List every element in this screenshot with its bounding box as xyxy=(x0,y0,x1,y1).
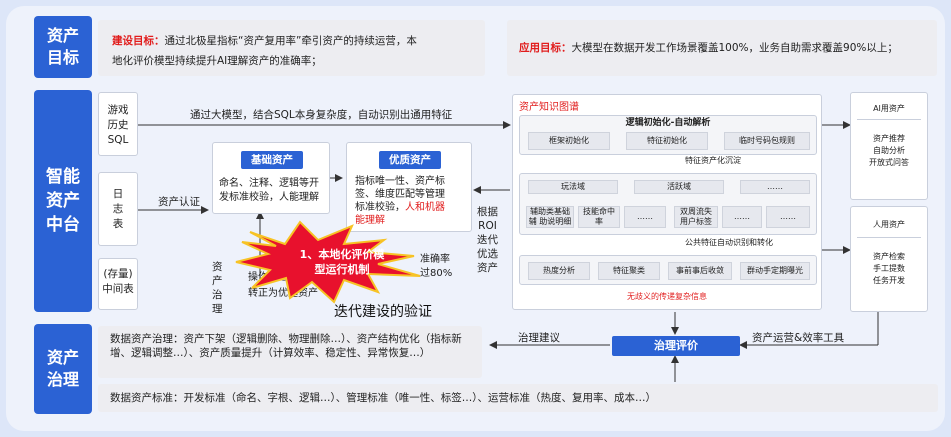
gov-detail-text: 数据资产治理：资产下架（逻辑删除、物理删除…）、资产结构优化（指标新增、逻辑调整… xyxy=(110,333,462,359)
ai-asset-text: 资产推荐 自助分析 开放式问答 xyxy=(869,134,909,167)
ai-asset-divider xyxy=(857,119,921,120)
gov-advice-label: 治理建议 xyxy=(518,332,560,344)
kg-analysis-box: 热度分析 特征聚类 事前事后收敛 群动手定期曝光 xyxy=(519,255,817,285)
kg-sub-chip-3: …… xyxy=(624,206,666,228)
source-middle-table: (存量) 中间表 xyxy=(98,258,138,310)
verify-text: 迭代建设的验证 xyxy=(334,304,432,320)
kg-converge: 事前事后收敛 xyxy=(668,262,732,280)
kg-group-exposure: 群动手定期曝光 xyxy=(740,262,810,280)
kg-sub-chip-1: 辅助类基础辅 助说明细 xyxy=(526,206,574,228)
human-asset-box: 人用资产 资产检索 手工提数 任务开发 xyxy=(850,206,928,312)
knowledge-graph-panel: 资产知识图谱 逻辑初始化-自动解析 框架初始化 特征初始化 临时号码包规则 特征… xyxy=(512,94,822,310)
human-asset-divider xyxy=(857,237,921,238)
ai-asset-title: AI用资产 xyxy=(873,104,905,113)
kg-sub-chip-4: 双周流失 用户标签 xyxy=(674,206,718,228)
basic-asset-text: 命名、注释、逻辑等开 发标准校验，人能理解 xyxy=(219,178,319,203)
kg-heat-analysis: 热度分析 xyxy=(528,262,590,280)
hidden-text-3: 操作未通过 xyxy=(248,272,298,283)
kg-sub-chip-5: …… xyxy=(722,206,762,228)
kg-domain-more: …… xyxy=(740,180,810,194)
kg-chip-temp-rule: 临时号码包规则 xyxy=(724,132,810,150)
kg-logic-title: 逻辑初始化-自动解析 xyxy=(625,118,711,128)
source-game-sql: 游戏 历史 SQL xyxy=(98,92,138,156)
human-asset-text: 资产检索 手工提数 任务开发 xyxy=(873,252,905,285)
kg-chip-frame-init: 框架初始化 xyxy=(528,132,610,150)
basic-asset-title: 基础资产 xyxy=(241,151,303,169)
hidden-text-2: 过80% xyxy=(420,268,453,279)
kg-logic-box: 逻辑初始化-自动解析 框架初始化 特征初始化 临时号码包规则 xyxy=(519,115,817,155)
asset-cert-label: 资产认证 xyxy=(158,196,200,208)
burst-text: 1、本地化评价模 型运行机制 xyxy=(299,248,385,276)
quality-asset-box: 优质资产 指标唯一性、资产标 签、维度匹配等管理 标准校验，人和机器 能理解 xyxy=(346,142,472,232)
asset-gov-label: 资 产 治 理 xyxy=(212,261,223,315)
gov-eval-button[interactable]: 治理评价 xyxy=(612,336,740,356)
kg-domain-play: 玩法域 xyxy=(528,180,618,194)
top-arrow-label: 通过大模型，结合SQL本身复杂度，自动识别出通用特征 xyxy=(190,109,453,121)
kg-sub-chip-6: …… xyxy=(766,206,810,228)
basic-asset-box: 基础资产 命名、注释、逻辑等开 发标准校验，人能理解 xyxy=(212,142,330,214)
roi-label: 根据 ROI 迭代 优选 资产 xyxy=(477,206,498,274)
gov-standard-box: 数据资产标准：开发标准（命名、字根、逻辑…）、管理标准（唯一性、标签…）、运营标… xyxy=(98,384,938,412)
kg-feature-cluster: 特征聚类 xyxy=(598,262,660,280)
kg-feature-sink: 特征资产化沉淀 xyxy=(685,156,741,165)
human-asset-title: 人用资产 xyxy=(873,220,905,229)
kg-footer: 无歧义的传递复杂信息 xyxy=(627,292,707,301)
ai-asset-box: AI用资产 资产推荐 自助分析 开放式问答 xyxy=(850,92,928,200)
kg-domain-box: 玩法域 活跃域 …… 辅助类基础辅 助说明细 技能命中 率 …… 双周流失 用户… xyxy=(519,173,817,235)
quality-asset-text: 指标唯一性、资产标 签、维度匹配等管理 标准校验，人和机器 能理解 xyxy=(355,175,471,227)
kg-title: 资产知识图谱 xyxy=(519,102,579,113)
kg-sub-chip-2: 技能命中 率 xyxy=(578,206,620,228)
hidden-text-4: 转正为优选资产 xyxy=(248,288,318,299)
kg-public-feature: 公共特征自动识别和转化 xyxy=(685,238,773,247)
source-log-table: 日 志 表 xyxy=(98,172,138,246)
gov-ops-label: 资产运营&效率工具 xyxy=(752,332,845,344)
kg-domain-active: 活跃域 xyxy=(634,180,724,194)
gov-standard-text: 数据资产标准：开发标准（命名、字根、逻辑…）、管理标准（唯一性、标签…）、运营标… xyxy=(110,392,656,404)
kg-chip-feature-init: 特征初始化 xyxy=(626,132,708,150)
quality-asset-title: 优质资产 xyxy=(379,151,441,169)
gov-detail-box: 数据资产治理：资产下架（逻辑删除、物理删除…）、资产结构优化（指标新增、逻辑调整… xyxy=(98,326,482,378)
